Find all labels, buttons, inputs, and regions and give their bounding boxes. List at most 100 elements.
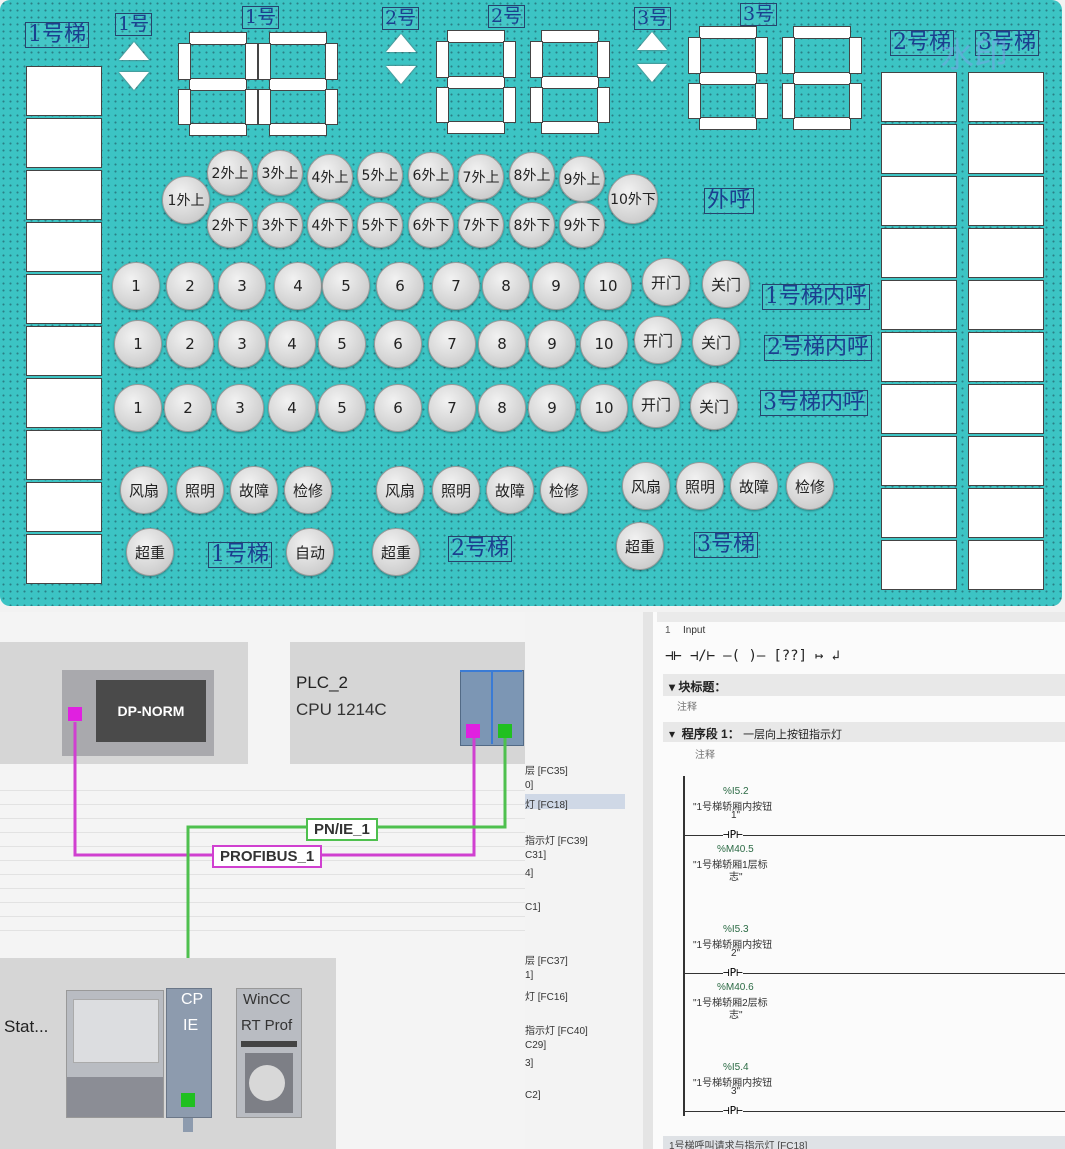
elevator1-auto-button[interactable]: 自动 (286, 528, 334, 576)
elevator2-floor-button-10[interactable]: 10 (580, 320, 628, 368)
close-branch-icon[interactable]: ↲ (831, 648, 839, 664)
elevator2-close-door-button[interactable]: 关门 (692, 318, 740, 366)
tree-item[interactable]: 灯 [FC16] (525, 988, 568, 1003)
outside-down-button-5[interactable]: 5外下 (357, 202, 403, 248)
elevator2-status-button-3[interactable]: 故障 (486, 466, 534, 514)
elevator2-floor-button-6[interactable]: 6 (374, 320, 422, 368)
outside-up-button-1[interactable]: 1外上 (162, 176, 210, 224)
elevator2-floor-button-9[interactable]: 9 (528, 320, 576, 368)
tree-item[interactable]: C1] (525, 902, 541, 913)
elevator2-floor-button-5[interactable]: 5 (318, 320, 366, 368)
elevator3-floor-button-3[interactable]: 3 (216, 384, 264, 432)
elevator2-floor-button-2[interactable]: 2 (166, 320, 214, 368)
elevator2-floor-button-1[interactable]: 1 (114, 320, 162, 368)
empty-box-icon[interactable]: [??] (773, 648, 807, 664)
outside-up-button-5[interactable]: 5外上 (357, 152, 403, 198)
elevator3-floor-button-8[interactable]: 8 (478, 384, 526, 432)
elevator2-floor-button-3[interactable]: 3 (218, 320, 266, 368)
elevator3-status-button-2[interactable]: 照明 (676, 462, 724, 510)
tree-item[interactable]: 层 [FC35] (525, 762, 568, 777)
elevator3-status-button-1[interactable]: 风扇 (622, 462, 670, 510)
elevator2-overload-button[interactable]: 超重 (372, 528, 420, 576)
elevator1-status-button-2[interactable]: 照明 (176, 466, 224, 514)
outside-down-button-6[interactable]: 6外下 (408, 202, 454, 248)
cp-ie-module[interactable]: CP IE (166, 988, 212, 1118)
elevator2-status-button-1[interactable]: 风扇 (376, 466, 424, 514)
elevator1-floor-button-6[interactable]: 6 (376, 262, 424, 310)
scrollbar[interactable] (643, 612, 653, 1149)
elevator3-open-door-button[interactable]: 开门 (632, 380, 680, 428)
tree-item[interactable]: C31] (525, 850, 546, 861)
outside-down-button-10[interactable]: 10外下 (608, 174, 658, 224)
elevator1-floor-button-10[interactable]: 10 (584, 262, 632, 310)
elevator3-floor-button-7[interactable]: 7 (428, 384, 476, 432)
elevator3-floor-button-4[interactable]: 4 (268, 384, 316, 432)
elevator3-status-button-3[interactable]: 故障 (730, 462, 778, 510)
positive-edge-contact[interactable]: ⊣P⊢ (723, 1104, 743, 1117)
normally-open-contact-icon[interactable]: ⊣⊢ (665, 648, 682, 664)
elevator1-floor-button-1[interactable]: 1 (112, 262, 160, 310)
outside-up-button-2[interactable]: 2外上 (207, 150, 253, 196)
elevator1-floor-button-9[interactable]: 9 (532, 262, 580, 310)
profibus-label[interactable]: PROFIBUS_1 (212, 845, 323, 868)
outside-down-button-3[interactable]: 3外下 (257, 202, 303, 248)
elevator3-status-button-4[interactable]: 检修 (786, 462, 834, 510)
open-branch-icon[interactable]: ↦ (815, 648, 823, 664)
elevator1-status-button-3[interactable]: 故障 (230, 466, 278, 514)
elevator3-floor-button-10[interactable]: 10 (580, 384, 628, 432)
tree-item[interactable]: 4] (525, 868, 533, 879)
elevator1-status-button-1[interactable]: 风扇 (120, 466, 168, 514)
elevator2-status-button-4[interactable]: 检修 (540, 466, 588, 514)
outside-down-button-9[interactable]: 9外下 (559, 202, 605, 248)
elevator3-overload-button[interactable]: 超重 (616, 522, 664, 570)
elevator1-floor-button-3[interactable]: 3 (218, 262, 266, 310)
elevator1-close-door-button[interactable]: 关门 (702, 260, 750, 308)
tree-item[interactable]: 指示灯 [FC40] (525, 1022, 588, 1037)
outside-down-button-2[interactable]: 2外下 (207, 202, 253, 248)
tree-item[interactable]: 0] (525, 780, 533, 791)
outside-up-button-6[interactable]: 6外上 (408, 152, 454, 198)
elevator3-floor-button-1[interactable]: 1 (114, 384, 162, 432)
elevator3-floor-button-6[interactable]: 6 (374, 384, 422, 432)
tree-item[interactable]: 灯 [FC18] (525, 796, 568, 811)
outside-down-button-8[interactable]: 8外下 (509, 202, 555, 248)
elevator3-floor-button-5[interactable]: 5 (318, 384, 366, 432)
elevator2-open-door-button[interactable]: 开门 (634, 316, 682, 364)
coil-icon[interactable]: –( )– (723, 648, 765, 664)
outside-down-button-4[interactable]: 4外下 (307, 202, 353, 248)
outside-up-button-8[interactable]: 8外上 (509, 152, 555, 198)
tree-item[interactable]: 指示灯 [FC39] (525, 832, 588, 847)
outside-up-button-4[interactable]: 4外上 (307, 154, 353, 200)
outside-up-button-9[interactable]: 9外上 (559, 156, 605, 202)
elevator1-floor-button-5[interactable]: 5 (322, 262, 370, 310)
pn-ie-label[interactable]: PN/IE_1 (306, 818, 378, 841)
outside-down-button-7[interactable]: 7外下 (458, 202, 504, 248)
elevator1-status-button-4[interactable]: 检修 (284, 466, 332, 514)
elevator3-close-door-button[interactable]: 关门 (690, 382, 738, 430)
elevator1-open-door-button[interactable]: 开门 (642, 258, 690, 306)
elevator2-floor-button-7[interactable]: 7 (428, 320, 476, 368)
wincc-module[interactable]: WinCC RT Prof (236, 988, 302, 1118)
tree-item[interactable]: 层 [FC37] (525, 952, 568, 967)
seven-segment-bar (541, 121, 599, 134)
elevator1-floor-button-8[interactable]: 8 (482, 262, 530, 310)
tree-item[interactable]: 1] (525, 970, 533, 981)
elevator3-floor-button-2[interactable]: 2 (164, 384, 212, 432)
seven-segment-bar (245, 43, 258, 80)
elevator3-floor-button-9[interactable]: 9 (528, 384, 576, 432)
elevator2-status-button-2[interactable]: 照明 (432, 466, 480, 514)
elevator2-floor-button-4[interactable]: 4 (268, 320, 316, 368)
tree-item[interactable]: 3] (525, 1058, 533, 1069)
positive-edge-contact[interactable]: ⊣P⊢ (723, 828, 743, 841)
tree-item[interactable]: C29] (525, 1040, 546, 1051)
elevator1-overload-button[interactable]: 超重 (126, 528, 174, 576)
normally-closed-contact-icon[interactable]: ⊣/⊢ (690, 648, 715, 664)
elevator1-floor-button-2[interactable]: 2 (166, 262, 214, 310)
elevator1-floor-button-7[interactable]: 7 (432, 262, 480, 310)
outside-up-button-7[interactable]: 7外上 (458, 154, 504, 200)
outside-up-button-3[interactable]: 3外上 (257, 150, 303, 196)
positive-edge-contact[interactable]: ⊣P⊢ (723, 966, 743, 979)
elevator2-floor-button-8[interactable]: 8 (478, 320, 526, 368)
elevator1-floor-button-4[interactable]: 4 (274, 262, 322, 310)
tree-item[interactable]: C2] (525, 1090, 541, 1101)
